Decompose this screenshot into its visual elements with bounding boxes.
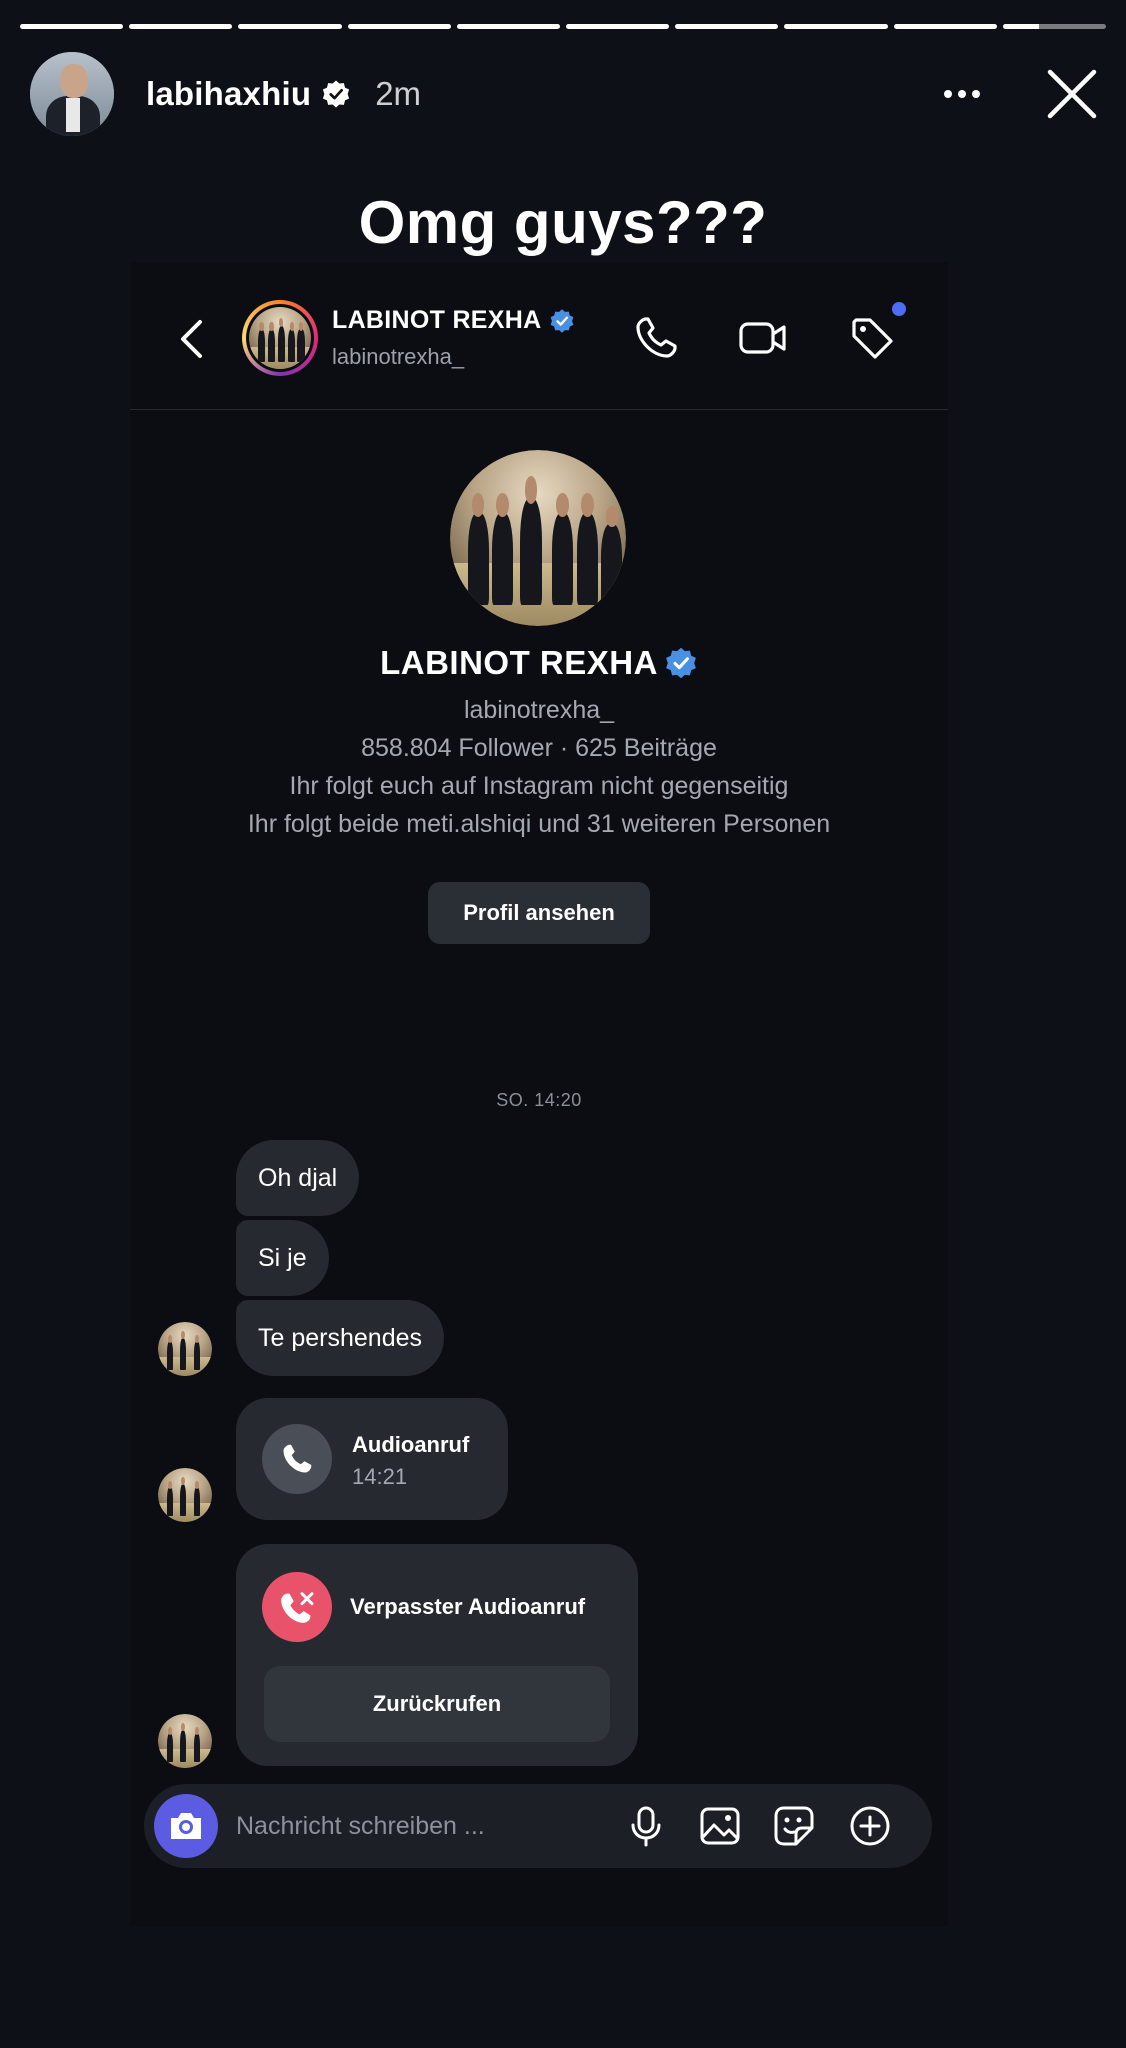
profile-stats: 858.804 Follower · 625 Beiträge <box>361 734 717 762</box>
progress-segment <box>238 24 342 29</box>
contact-avatar[interactable] <box>242 300 318 376</box>
missed-call-icon <box>262 1572 332 1642</box>
progress-segment <box>347 24 451 29</box>
progress-segment <box>20 24 124 29</box>
microphone-icon[interactable] <box>624 1804 668 1848</box>
message-bubble[interactable]: Si je <box>236 1220 329 1296</box>
more-icon[interactable] <box>940 72 984 116</box>
profile-name: LABINOT REXHA <box>380 644 658 681</box>
camera-button[interactable] <box>154 1794 218 1858</box>
progress-segment <box>784 24 888 29</box>
camera-icon <box>171 1813 201 1839</box>
progress-segment <box>893 24 997 29</box>
date-separator: SO. 14:20 <box>496 1090 582 1110</box>
profile-followed-by: Ihr folgt beide meti.alshiqi und 31 weit… <box>247 810 831 838</box>
callback-button[interactable]: Zurückrufen <box>264 1666 610 1742</box>
progress-segment <box>129 24 233 29</box>
missed-call-title: Verpasster Audioanruf <box>350 1594 586 1619</box>
verified-icon <box>666 647 696 679</box>
verified-icon <box>551 308 574 333</box>
missed-call-card: Verpasster Audioanruf Zurückrufen <box>236 1544 638 1766</box>
contact-profile-picture[interactable] <box>450 450 626 626</box>
dm-screenshot: LABINOT REXHA labinotrexha_ LABINOT REXH… <box>130 262 948 1926</box>
audio-call-time: 14:21 <box>352 1464 408 1489</box>
progress-segment <box>566 24 670 29</box>
story-timestamp: 2m <box>375 75 422 112</box>
tag-icon[interactable] <box>848 314 896 362</box>
plus-icon[interactable] <box>848 1804 892 1848</box>
contact-handle: labinotrexha_ <box>332 344 465 369</box>
sender-avatar[interactable] <box>158 1468 212 1522</box>
audio-call-card[interactable]: Audioanruf 14:21 <box>236 1398 508 1520</box>
story-caption: Omg guys??? <box>358 189 768 256</box>
video-icon[interactable] <box>738 314 788 362</box>
progress-segment <box>675 24 779 29</box>
sender-avatar[interactable] <box>158 1322 212 1376</box>
story-author-username[interactable]: labihaxhiu <box>146 75 311 113</box>
message-composer <box>144 1784 932 1868</box>
progress-segment <box>1002 24 1107 29</box>
story-progress-bar <box>20 24 1107 29</box>
verified-icon <box>323 80 350 108</box>
sender-avatar[interactable] <box>158 1714 212 1768</box>
phone-icon[interactable] <box>632 314 680 362</box>
close-icon[interactable] <box>1044 66 1100 122</box>
message-input[interactable] <box>236 1806 536 1846</box>
profile-name-row: LABINOT REXHA <box>130 644 948 682</box>
story-header: labihaxhiu 2m <box>30 52 1100 136</box>
message-bubble[interactable]: Oh djal <box>236 1140 360 1216</box>
contact-name[interactable]: LABINOT REXHA <box>332 306 541 335</box>
notification-dot <box>892 302 906 316</box>
profile-handle: labinotrexha_ <box>463 696 615 724</box>
progress-segment <box>456 24 561 29</box>
view-profile-button[interactable]: Profil ansehen <box>428 882 650 944</box>
phone-icon <box>262 1424 332 1494</box>
story-header-actions <box>940 66 1100 122</box>
gallery-icon[interactable] <box>698 1804 742 1848</box>
sticker-icon[interactable] <box>772 1804 816 1848</box>
dm-header: LABINOT REXHA labinotrexha_ <box>130 262 948 410</box>
profile-mutual-status: Ihr folgt euch auf Instagram nicht gegen… <box>289 772 789 800</box>
story-viewer: labihaxhiu 2m Omg guys??? LABINOT REXHA … <box>0 0 1126 2048</box>
back-icon[interactable] <box>176 318 206 360</box>
contact-name-row: LABINOT REXHA <box>332 306 575 335</box>
story-author-avatar[interactable] <box>30 52 114 136</box>
message-bubble[interactable]: Te pershendes <box>236 1300 445 1376</box>
audio-call-title: Audioanruf <box>352 1432 470 1457</box>
